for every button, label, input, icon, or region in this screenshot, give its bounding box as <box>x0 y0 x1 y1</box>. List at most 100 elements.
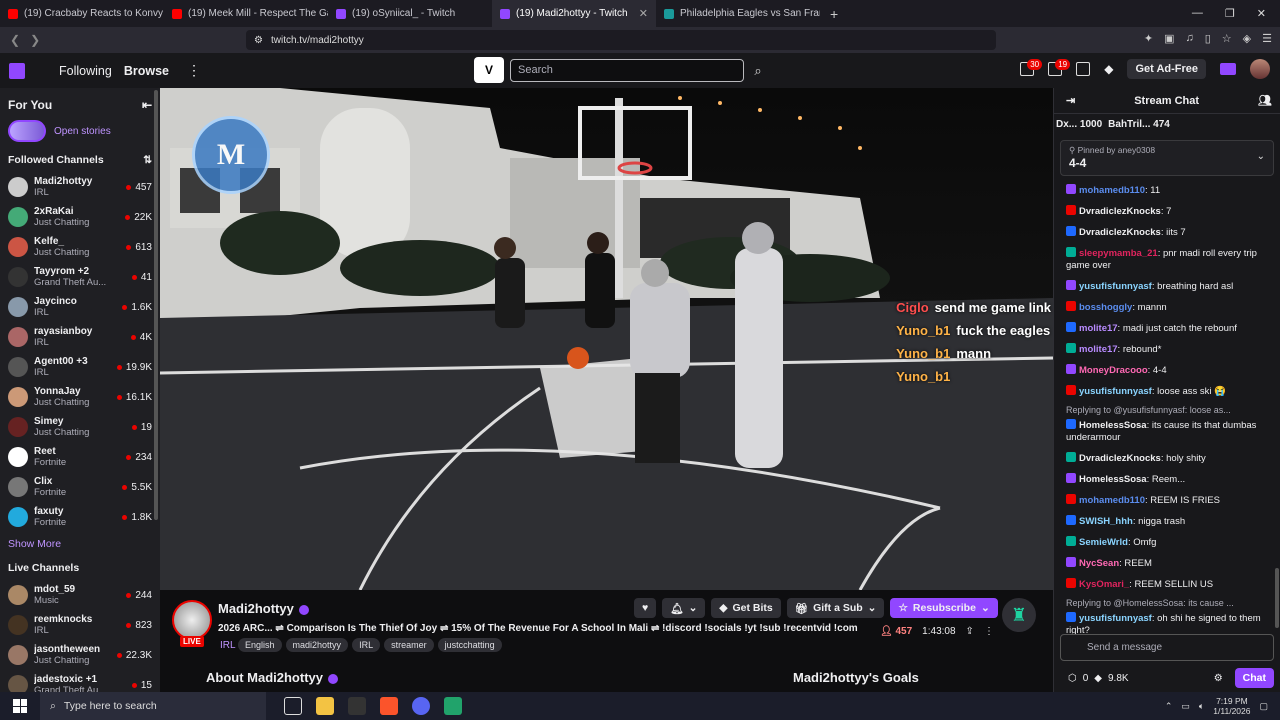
user-avatar[interactable] <box>1250 59 1270 79</box>
sidebar-channel-item[interactable]: mdot_59 Music 244 <box>0 580 160 610</box>
menu-icon[interactable]: ☰ <box>1262 32 1272 45</box>
url-bar[interactable]: ⚙ twitch.tv/madi2hottyy <box>246 30 996 50</box>
sidebar-channel-item[interactable]: jasontheween Just Chatting 22.3K <box>0 640 160 670</box>
epic-games-icon[interactable] <box>348 697 366 715</box>
stream-tag[interactable]: madi2hottyy <box>285 638 349 652</box>
task-view-icon[interactable] <box>284 697 302 715</box>
chat-settings-icon[interactable]: ⚙ <box>1214 673 1223 684</box>
clock[interactable]: 7:19 PM 1/11/2026 <box>1213 696 1250 716</box>
prime-gaming-icon[interactable] <box>1220 63 1236 75</box>
new-tab-button[interactable]: + <box>820 6 848 22</box>
get-ad-free-button[interactable]: Get Ad-Free <box>1127 59 1206 79</box>
extensions-icon[interactable]: ✦ <box>1144 32 1153 45</box>
stream-tag[interactable]: justcchatting <box>437 638 502 652</box>
search-input[interactable]: Search <box>510 59 744 82</box>
chat-username[interactable]: HomelessSosa <box>1079 420 1147 431</box>
more-options-icon[interactable]: ⋮ <box>187 62 201 79</box>
stream-tag[interactable]: streamer <box>384 638 434 652</box>
chat-username[interactable]: DvradiclezKnocks <box>1079 227 1161 238</box>
tray-expand-icon[interactable]: ⌃ <box>1165 701 1173 712</box>
chat-username[interactable]: yusufisfunnyasf <box>1079 613 1152 624</box>
chat-username[interactable]: SWISH_hhh <box>1079 516 1133 527</box>
notifications-icon[interactable]: 19 <box>1048 59 1071 76</box>
chat-username[interactable]: NycSean <box>1079 558 1119 569</box>
sidebar-channel-item[interactable]: reemknocks IRL 823 <box>0 610 160 640</box>
sidebar-channel-item[interactable]: jadestoxic +1 Grand Theft Au... 15 <box>0 670 160 692</box>
chat-message[interactable]: HomelessSosa: its cause its that dumbas … <box>1066 415 1274 448</box>
channel-name[interactable]: Madi2hottyy <box>218 601 309 616</box>
chat-message[interactable]: SWISH_hhh: nigga trash <box>1066 511 1274 532</box>
chat-username[interactable]: yusufisfunnyasf <box>1079 386 1152 397</box>
channel-points-icon[interactable]: ⬡ <box>1068 673 1077 684</box>
chat-message[interactable]: DvradiclezKnocks: holy shity <box>1066 448 1274 469</box>
close-tab-icon[interactable]: ✕ <box>639 7 648 20</box>
sidebar-channel-item[interactable]: Madi2hottyy IRL 457 <box>0 172 160 202</box>
chat-username[interactable]: SemieWrld <box>1079 537 1128 548</box>
back-icon[interactable]: ❮ <box>10 33 20 47</box>
chat-username[interactable]: bosshoggly <box>1079 302 1132 313</box>
browser-tab[interactable]: (19) Meek Mill - Respect The Game [Of... <box>164 0 328 27</box>
collapse-chat-icon[interactable]: ⇥ <box>1066 94 1075 107</box>
bookmark-icon[interactable]: ☆ <box>1222 32 1232 45</box>
sidebar-toggle-icon[interactable]: ▯ <box>1205 32 1211 45</box>
chat-username[interactable]: DvradiclezKnocks <box>1079 453 1161 464</box>
chat-message[interactable]: mohamedb110: 11 <box>1066 180 1274 201</box>
leaderboard-entry[interactable]: BahTril... 474 <box>1108 119 1170 130</box>
restore-icon[interactable]: ❐ <box>1225 7 1235 20</box>
show-more-link[interactable]: Show More <box>0 532 160 558</box>
sidebar-channel-item[interactable]: Tayyrom +2 Grand Theft Au... 41 <box>0 262 160 292</box>
chat-message[interactable]: molite17: rebound* <box>1066 339 1274 360</box>
collapse-sidebar-icon[interactable]: ⇤ <box>142 98 152 112</box>
chat-message[interactable]: sleepymamba_21: pnr madi roll every trip… <box>1066 243 1274 276</box>
chat-username[interactable]: sleepymamba_21 <box>1079 248 1158 259</box>
browser-tab[interactable]: (19) oSyniical_ - Twitch <box>328 0 492 27</box>
app-icon[interactable] <box>444 697 462 715</box>
sidebar-scrollbar[interactable] <box>154 90 158 520</box>
file-explorer-icon[interactable] <box>316 697 334 715</box>
brave-browser-icon[interactable] <box>380 697 398 715</box>
inbox-icon[interactable]: 30 <box>1020 59 1043 76</box>
discord-icon[interactable] <box>412 697 430 715</box>
chat-message[interactable]: yusufisfunnyasf: loose ass ski 😭 <box>1066 381 1274 402</box>
sidebar-channel-item[interactable]: Reet Fortnite 234 <box>0 442 160 472</box>
network-icon[interactable]: ▭ <box>1181 701 1190 712</box>
wallet-icon[interactable]: ◈ <box>1243 32 1251 45</box>
sidebar-channel-item[interactable]: Simey Just Chatting 19 <box>0 412 160 442</box>
video-player[interactable]: M Ciglo send me game link Yuno_b1 fuck the … <box>160 88 1053 590</box>
gift-sub-button[interactable]: 🎁︎ Gift a Sub ⌄ <box>786 598 885 618</box>
stream-tag[interactable]: English <box>238 638 282 652</box>
more-options-icon[interactable]: ⋮ <box>984 626 994 637</box>
chat-scrollbar[interactable] <box>1275 568 1279 628</box>
sidebar-channel-item[interactable]: faxuty Fortnite 1.8K <box>0 502 160 532</box>
chat-message[interactable]: yusufisfunnyasf: breathing hard asl <box>1066 276 1274 297</box>
sidebar-channel-item[interactable]: rayasianboy IRL 4K <box>0 322 160 352</box>
users-icon[interactable]: 👥︎ <box>1258 94 1272 107</box>
browser-tab[interactable]: Philadelphia Eagles vs San Francisco... <box>656 0 820 27</box>
chat-username[interactable]: MoneyDracooo <box>1079 365 1148 376</box>
browser-tab[interactable]: (19) Cracbaby Reacts to Konvy Nearly... <box>0 0 164 27</box>
close-window-icon[interactable]: ✕ <box>1257 7 1266 20</box>
chat-username[interactable]: molite17 <box>1079 344 1118 355</box>
sidebar-channel-item[interactable]: Clix Fortnite 5.5K <box>0 472 160 502</box>
chat-send-button[interactable]: Chat <box>1234 668 1274 688</box>
sidebar-channel-item[interactable]: YonnaJay Just Chatting 16.1K <box>0 382 160 412</box>
chat-message[interactable]: MoneyDracooo: 4-4 <box>1066 360 1274 381</box>
windows-start-icon[interactable] <box>13 699 27 713</box>
share-icon[interactable]: ⇪ <box>966 626 974 637</box>
chat-username[interactable]: mohamedb110 <box>1079 495 1145 506</box>
search-icon[interactable]: ⌕ <box>748 59 768 82</box>
chat-username[interactable]: mohamedb110 <box>1079 185 1145 196</box>
media-icon[interactable]: ♫ <box>1185 32 1193 45</box>
chat-username[interactable]: HomelessSosa <box>1079 474 1147 485</box>
chat-username[interactable]: KysOmari_ <box>1079 579 1129 590</box>
volume-icon[interactable]: 🔈︎ <box>1199 701 1204 712</box>
chat-message[interactable]: HomelessSosa: Reem... <box>1066 469 1274 490</box>
chat-username[interactable]: yusufisfunnyasf <box>1079 281 1152 292</box>
get-bits-button[interactable]: ◆ Get Bits <box>711 598 781 618</box>
sidebar-channel-item[interactable]: Agent00 +3 IRL 19.9K <box>0 352 160 382</box>
following-link[interactable]: Following <box>59 64 112 78</box>
sidebar-channel-item[interactable]: 2xRaKai Just Chatting 22K <box>0 202 160 232</box>
category-link[interactable]: IRL <box>220 640 236 651</box>
sort-icon[interactable]: ⇅ <box>143 154 152 166</box>
site-info-icon[interactable]: ⚙ <box>254 35 263 46</box>
